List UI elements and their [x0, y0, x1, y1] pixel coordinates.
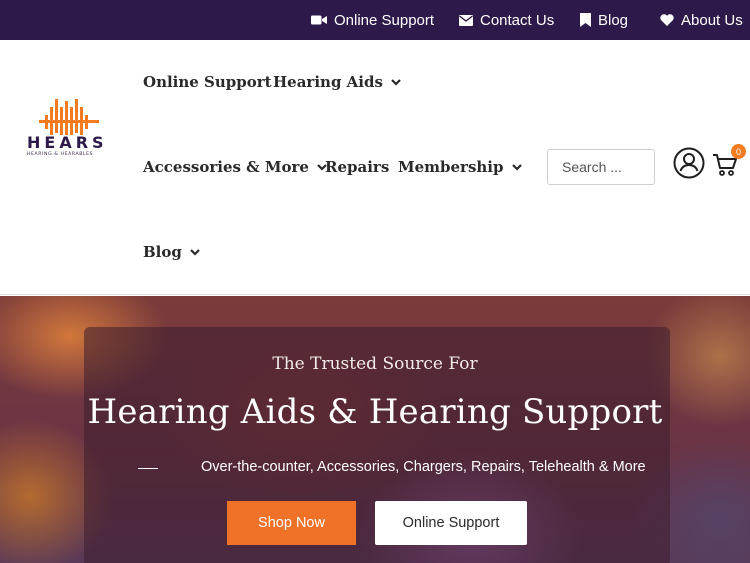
top-utility-bar: Online Support Contact Us Blog About Us [0, 0, 750, 40]
nav-item-membership[interactable]: Membership [398, 155, 522, 179]
hero-title: Hearing Aids & Hearing Support [87, 392, 663, 432]
topbar-about-us-link[interactable]: About Us [660, 0, 743, 40]
logo-tagline: HEARING & HEARABLES [27, 152, 94, 157]
hero-banner: The Trusted Source For Hearing Aids & He… [0, 296, 750, 563]
nav-item-online-support[interactable]: Online Support [143, 70, 272, 94]
topbar-link-label: Online Support [334, 11, 435, 29]
nav-item-repairs[interactable]: Repairs [325, 155, 389, 179]
nav-item-blog[interactable]: Blog [143, 240, 200, 264]
bookmark-icon [580, 13, 591, 27]
nav-item-accessories[interactable]: Accessories & More [143, 155, 327, 179]
topbar-contact-us-link[interactable]: Contact Us [459, 0, 554, 40]
logo-wordmark: HEARS [27, 133, 108, 152]
chevron-down-icon [190, 248, 200, 256]
hero-subtitle: Over-the-counter, Accessories, Chargers,… [201, 459, 646, 475]
cart-count-badge: 0 [731, 144, 746, 159]
topbar-online-support-link[interactable]: Online Support [311, 0, 434, 40]
heart-icon [660, 14, 674, 26]
chevron-down-icon [511, 163, 522, 171]
envelope-icon [459, 14, 473, 26]
topbar-blog-link[interactable]: Blog [580, 0, 628, 40]
hero-kicker: The Trusted Source For [272, 354, 478, 374]
shop-now-button[interactable]: Shop Now [227, 501, 356, 545]
hero-divider [138, 468, 158, 469]
nav-item-hearing-aids[interactable]: Hearing Aids [273, 70, 401, 94]
nav-item-label: Repairs [325, 158, 390, 176]
chevron-down-icon [391, 78, 401, 86]
nav-item-label: Membership [398, 158, 504, 176]
nav-item-label: Hearing Aids [273, 73, 383, 91]
topbar-link-label: Blog [598, 11, 629, 29]
topbar-link-label: About Us [681, 11, 743, 29]
search-input[interactable] [547, 149, 655, 185]
nav-item-label: Blog [143, 243, 182, 261]
video-camera-icon [311, 14, 327, 26]
nav-item-label: Online Support [143, 73, 272, 91]
topbar-link-label: Contact Us [480, 11, 555, 29]
nav-item-label: Accessories & More [143, 158, 309, 176]
online-support-button[interactable]: Online Support [375, 501, 527, 545]
account-icon[interactable] [673, 147, 705, 179]
